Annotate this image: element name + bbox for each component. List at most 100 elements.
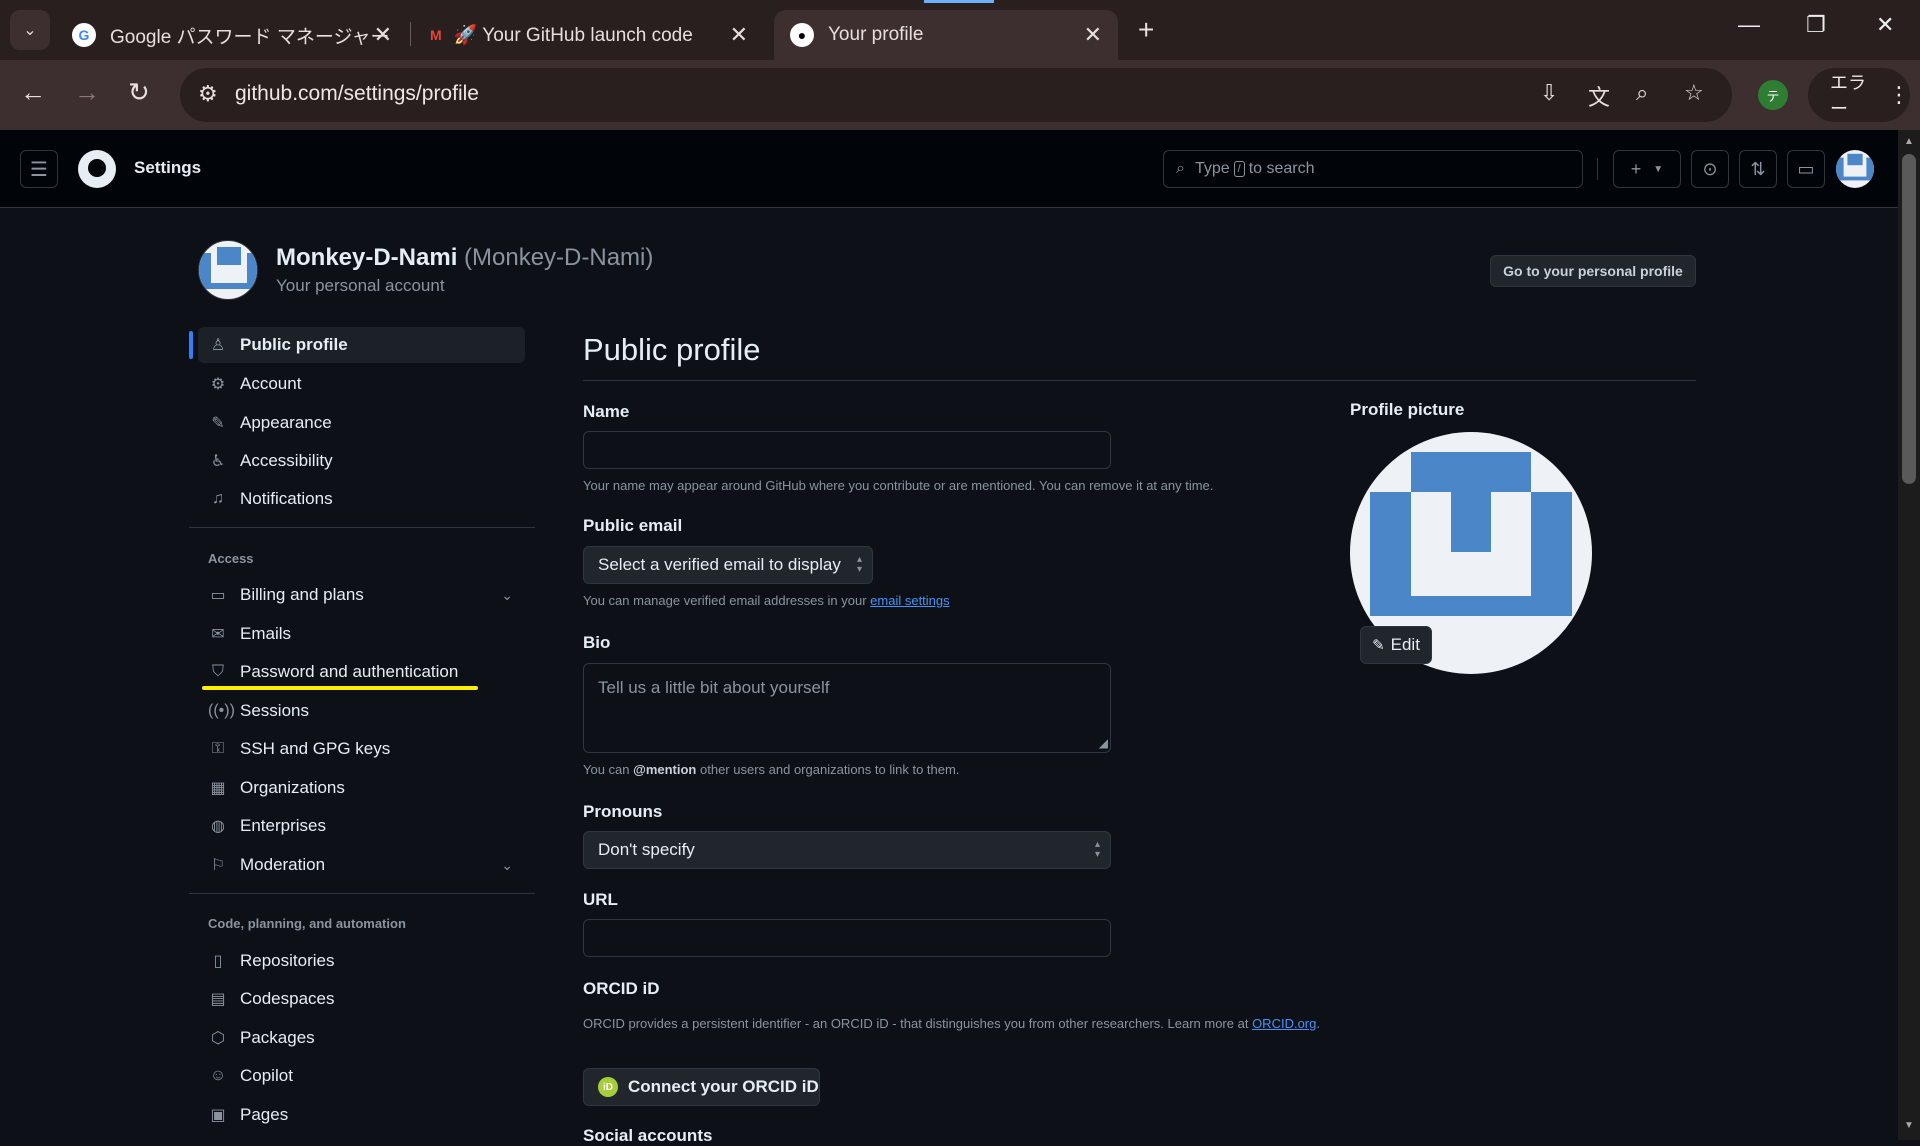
hamburger-menu-icon[interactable]: ☰ <box>20 150 58 188</box>
restore-icon[interactable]: ❐ <box>1806 12 1826 38</box>
go-to-profile-button[interactable]: Go to your personal profile <box>1490 255 1696 287</box>
back-icon[interactable]: ← <box>20 77 46 108</box>
github-logo-icon[interactable] <box>78 150 116 188</box>
name-field[interactable] <box>583 431 1111 469</box>
scroll-up-icon[interactable]: ▲ <box>1904 136 1914 147</box>
header-separator <box>1597 158 1598 180</box>
sidebar-item-label: Organizations <box>240 778 345 797</box>
scroll-thumb[interactable] <box>1902 154 1916 484</box>
sidebar-item-public-profile[interactable]: ♙ Public profile <box>198 327 525 363</box>
sidebar-item-pages[interactable]: ▣ Pages <box>198 1097 525 1133</box>
sidebar-item-accessibility[interactable]: ♿ Accessibility <box>198 443 525 479</box>
pull-requests-button[interactable]: ⇅ <box>1739 150 1777 188</box>
error-menu-button[interactable]: エラー ⋮ <box>1808 68 1910 122</box>
sidebar-item-repositories[interactable]: ▯ Repositories <box>198 943 525 979</box>
codespaces-icon: ▤ <box>210 991 226 1008</box>
orcid-icon: iD <box>598 1077 618 1097</box>
sidebar-item-codespaces[interactable]: ▤ Codespaces <box>198 981 525 1017</box>
issues-button[interactable]: ⊙ <box>1691 150 1729 188</box>
sidebar-item-billing[interactable]: ▭ Billing and plans ⌄ <box>198 577 525 613</box>
url-field[interactable] <box>583 919 1111 957</box>
forward-icon[interactable]: → <box>74 77 100 108</box>
close-icon[interactable]: ✕ <box>1084 22 1102 48</box>
organization-icon: ▦ <box>210 780 226 797</box>
browser-toolbar: ← → ↻ ⚙ github.com/settings/profile ⇩ 文 … <box>0 60 1920 130</box>
search-input[interactable]: ⌕ Type / to search <box>1163 150 1583 188</box>
minimize-icon[interactable]: — <box>1738 12 1760 38</box>
package-icon: ⬡ <box>211 1030 225 1047</box>
account-avatar[interactable] <box>198 240 258 300</box>
connect-orcid-button[interactable]: iD Connect your ORCID iD <box>583 1068 820 1106</box>
tab-password-manager[interactable]: G Google パスワード マネージャー ✕ <box>56 10 408 60</box>
page-scrollbar[interactable]: ▲ ▼ <box>1898 130 1920 1140</box>
pronouns-select[interactable]: Don't specify ▴ ▾ <box>583 831 1111 869</box>
site-settings-icon[interactable]: ⚙ <box>198 81 218 107</box>
sidebar-item-copilot[interactable]: ☺ Copilot <box>198 1058 525 1094</box>
sidebar-item-moderation[interactable]: ⚐ Moderation ⌄ <box>198 847 525 883</box>
sidebar-item-notifications[interactable]: ♫ Notifications <box>198 481 525 517</box>
new-tab-icon[interactable]: + <box>1138 14 1154 46</box>
reload-icon[interactable]: ↻ <box>128 77 150 108</box>
edit-profile-picture-button[interactable]: ✎ Edit <box>1360 626 1432 664</box>
browser-tabstrip: ⌄ G Google パスワード マネージャー ✕ M 🚀 Your GitHu… <box>0 0 1920 60</box>
resize-grip-icon[interactable]: ◢ <box>1099 736 1108 750</box>
sidebar-item-label: Enterprises <box>240 816 326 835</box>
url-text[interactable]: github.com/settings/profile <box>235 82 479 106</box>
tab-title: Your profile <box>828 24 924 45</box>
bio-textarea[interactable]: Tell us a little bit about yourself ◢ <box>583 663 1111 753</box>
sidebar-item-label: Public profile <box>240 335 348 354</box>
tab-your-profile[interactable]: ● Your profile ✕ <box>774 10 1118 60</box>
name-label: Name <box>583 402 630 421</box>
sidebar-divider <box>189 527 535 528</box>
display-name: Monkey-D-Nami <box>276 244 458 271</box>
sidebar-item-enterprises[interactable]: ◍ Enterprises <box>198 808 525 844</box>
sidebar-item-ssh-gpg[interactable]: ⚿ SSH and GPG keys <box>198 731 525 767</box>
sidebar-item-sessions[interactable]: ((•)) Sessions <box>198 693 525 729</box>
shield-lock-icon: ⛉ <box>211 663 224 680</box>
sidebar-item-label: Sessions <box>240 701 309 720</box>
public-email-select[interactable]: Select a verified email to display ▴ ▾ <box>583 546 873 584</box>
inbox-button[interactable]: ▭ <box>1787 150 1825 188</box>
create-new-button[interactable]: + ▼ <box>1613 150 1681 188</box>
bookmark-star-icon[interactable]: ☆ <box>1684 80 1704 106</box>
sidebar-item-packages[interactable]: ⬡ Packages <box>198 1020 525 1056</box>
close-icon[interactable]: ✕ <box>730 22 748 48</box>
tab-title: 🚀 Your GitHub launch code - i <box>453 25 694 46</box>
sidebar-item-password-auth[interactable]: ⛉ Password and authentication <box>198 654 525 690</box>
search-icon: ⌕ <box>1176 160 1185 177</box>
account-subtitle: Your personal account <box>276 276 445 295</box>
tab-search-button[interactable]: ⌄ <box>10 10 50 50</box>
bio-hint-suffix: other users and organizations to link to… <box>700 762 960 777</box>
account-name[interactable]: Monkey-D-Nami (Monkey-D-Nami) <box>276 244 653 272</box>
close-icon[interactable]: ✕ <box>374 22 392 48</box>
orcid-link[interactable]: ORCID.org <box>1252 1016 1316 1031</box>
error-label: エラー <box>1830 73 1866 119</box>
tab-title: Google パスワード マネージャー <box>110 26 390 48</box>
header-title[interactable]: Settings <box>134 158 201 178</box>
sidebar-item-account[interactable]: ⚙ Account <box>198 366 525 402</box>
tab-separator <box>410 22 411 46</box>
sidebar-divider <box>189 893 535 894</box>
sidebar-item-appearance[interactable]: ✎ Appearance <box>198 405 525 441</box>
tab-gmail[interactable]: M 🚀 Your GitHub launch code - i ✕ <box>414 10 764 60</box>
sidebar-item-emails[interactable]: ✉ Emails <box>198 616 525 652</box>
zoom-icon[interactable]: ⌕ <box>1636 80 1648 106</box>
inbox-icon: ▭ <box>1797 158 1815 179</box>
orcid-label: ORCID iD <box>583 979 660 998</box>
install-app-icon[interactable]: ⇩ <box>1540 80 1558 106</box>
scroll-down-icon[interactable]: ▼ <box>1904 1120 1914 1131</box>
edit-label: Edit <box>1390 635 1420 654</box>
sidebar-item-label: SSH and GPG keys <box>240 739 391 758</box>
triangle-down-icon: ▼ <box>1653 163 1664 175</box>
user-avatar[interactable] <box>1836 150 1874 188</box>
browser-icon: ▣ <box>210 1107 226 1124</box>
window-close-icon[interactable]: ✕ <box>1876 12 1894 38</box>
profile-badge-text: テ <box>1766 88 1780 104</box>
translate-icon[interactable]: 文 <box>1588 80 1610 112</box>
browser-profile-avatar[interactable]: テ <box>1758 80 1788 110</box>
highlight-underline <box>202 686 478 690</box>
sidebar-item-label: Repositories <box>240 951 335 970</box>
address-bar[interactable]: ⚙ github.com/settings/profile ⇩ 文 ⌕ ☆ <box>180 68 1732 122</box>
sidebar-item-organizations[interactable]: ▦ Organizations <box>198 770 525 806</box>
email-settings-link[interactable]: email settings <box>870 593 949 608</box>
